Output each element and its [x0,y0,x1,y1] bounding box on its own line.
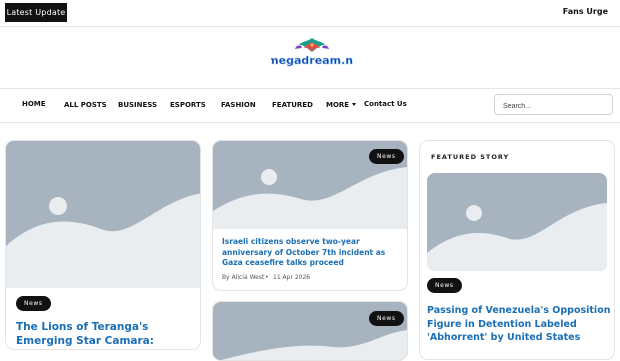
nav-item-business[interactable]: BUSINESS [118,101,157,109]
nav-item-contact-us[interactable]: Contact Us [364,100,407,108]
meta-separator: • [265,274,269,281]
category-badge[interactable]: News [16,296,51,311]
post-card-middle-bottom[interactable]: News [212,301,408,361]
image-placeholder [6,141,200,288]
category-badge[interactable]: News [369,149,404,164]
nav-item-more[interactable]: MORE [326,101,357,109]
site-logo[interactable]: megadream.nl [267,36,357,68]
post-title[interactable]: Israeli citizens observe two-year annive… [222,237,404,269]
chevron-down-icon [352,103,357,106]
featured-title[interactable]: Passing of Venezuela's Opposition Figure… [427,304,612,345]
nav-item-featured[interactable]: FEATURED [272,101,313,109]
post-author[interactable]: By Alicia West [222,274,264,281]
post-card-left[interactable]: News The Lions of Teranga's Emerging Sta… [5,140,201,350]
post-card-middle[interactable]: News Israeli citizens observe two-year a… [212,140,408,291]
nav-item-home[interactable]: HOME [22,100,46,108]
nav-item-esports[interactable]: ESPORTS [170,101,206,109]
search-input[interactable] [503,97,603,116]
nav-item-all-posts[interactable]: ALL POSTS [64,101,107,109]
category-badge[interactable]: News [427,278,462,293]
nav-item-fashion[interactable]: FASHION [221,101,256,109]
logo-text: megadream.nl [271,54,353,67]
top-bar: Latest Update Fans Urge [0,0,620,27]
latest-update-button[interactable]: Latest Update [5,3,67,22]
post-title[interactable]: The Lions of Teranga's Emerging Star Cam… [16,320,196,349]
fans-urge-link[interactable]: Fans Urge [563,7,608,16]
nav-item-more-label: MORE [326,101,350,109]
featured-story-label: FEATURED STORY [431,153,510,161]
image-placeholder[interactable] [427,173,607,271]
search-box [494,94,613,116]
category-badge[interactable]: News [369,311,404,326]
post-date: 11 Apr 2026 [273,274,311,281]
